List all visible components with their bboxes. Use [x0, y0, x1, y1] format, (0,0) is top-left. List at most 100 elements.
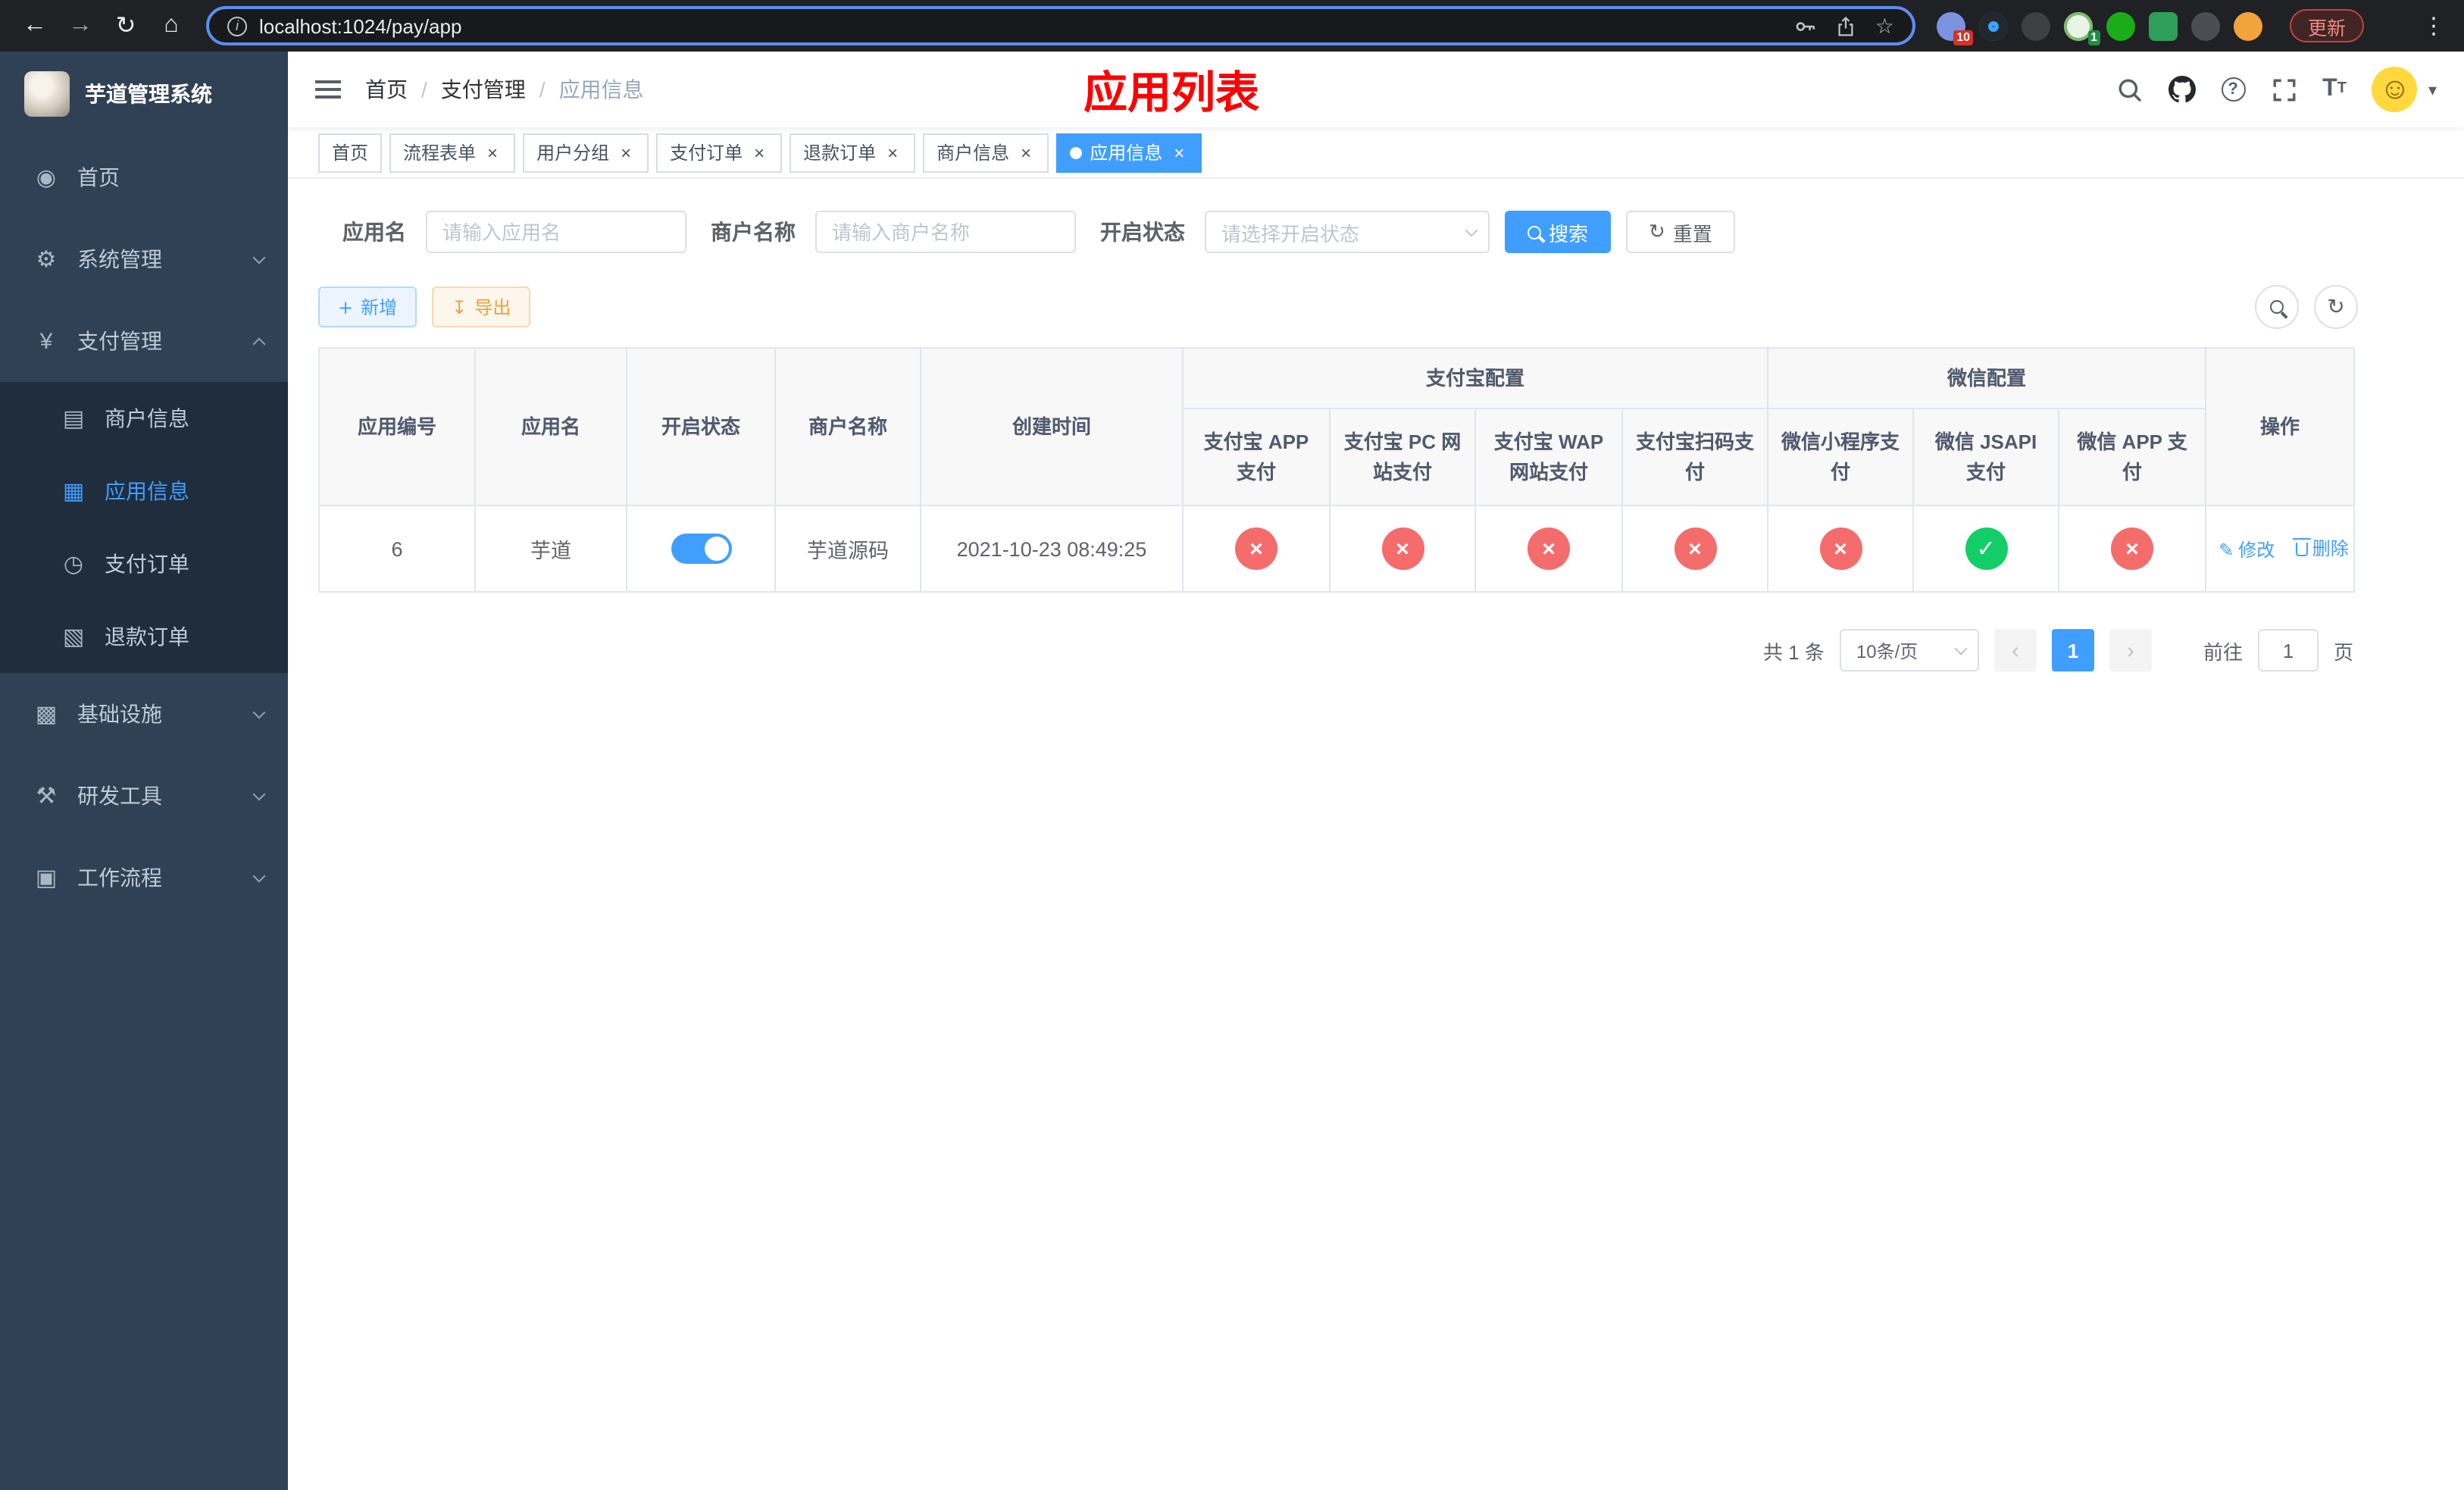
pagination: 共 1 条 10条/页 ‹ 1 › 前往 页 [318, 629, 2353, 671]
tab-process-form[interactable]: 流程表单 × [389, 133, 516, 172]
merchant-name-input[interactable] [815, 211, 1076, 253]
sidebar-item-label: 应用信息 [105, 479, 189, 503]
sidebar-item-infra[interactable]: ▩ 基础设施 [0, 673, 288, 755]
prev-page-button[interactable]: ‹ [1993, 629, 2037, 671]
close-icon[interactable]: × [1170, 142, 1188, 163]
extension-icon-notes[interactable] [2149, 11, 2178, 40]
extension-icon-grid[interactable]: 10 [1937, 11, 1973, 45]
search-button[interactable]: 搜索 [1505, 211, 1612, 253]
app-name-input[interactable] [426, 211, 686, 253]
sidebar-item-label: 退款订单 [105, 624, 189, 649]
column-header-app-id: 应用编号 [318, 347, 476, 506]
sidebar-item-system[interactable]: ⚙ 系统管理 [0, 218, 288, 300]
search-icon[interactable] [2116, 77, 2142, 102]
column-header-alipay-pc: 支付宝 PC 网站支付 [1329, 408, 1476, 506]
page-size-select[interactable]: 10条/页 [1839, 629, 1979, 671]
close-icon[interactable]: × [750, 142, 768, 163]
refresh-table-button[interactable]: ↻ [2314, 285, 2358, 329]
cell-merchant: 芋道源码 [774, 505, 921, 593]
merchant-name-label: 商户名称 [711, 220, 796, 244]
browser-menu-icon[interactable]: ⋮ [2419, 12, 2449, 39]
sidebar-item-home[interactable]: ◉ 首页 [0, 136, 288, 218]
sidebar-item-label: 研发工具 [77, 784, 162, 808]
sidebar-item-label: 支付订单 [105, 552, 189, 576]
user-menu[interactable]: ☺ ▾ [2372, 67, 2437, 112]
search-icon [1527, 225, 1541, 239]
alipay-app-status-icon: × [1235, 527, 1277, 570]
back-icon[interactable]: ← [15, 6, 55, 45]
column-header-merchant: 商户名称 [774, 347, 921, 506]
column-header-wechat-app: 微信 APP 支付 [2058, 408, 2207, 506]
fullscreen-icon[interactable] [2271, 77, 2297, 102]
trash-icon [2292, 537, 2311, 556]
tab-user-group[interactable]: 用户分组 × [523, 133, 649, 172]
alipay-wap-status-icon: × [1527, 527, 1570, 570]
extension-icon-leaf[interactable]: 1 [2064, 11, 2100, 45]
breadcrumb-home[interactable]: 首页 [365, 74, 408, 105]
goto-label: 前往 [2203, 640, 2243, 663]
sidebar-item-label: 首页 [77, 165, 120, 189]
extension-icon-drop[interactable] [1979, 11, 2008, 40]
next-page-button[interactable]: › [2109, 629, 2152, 671]
close-icon[interactable]: × [1017, 142, 1035, 163]
tab-home[interactable]: 首页 [318, 133, 383, 172]
bookmark-star-icon[interactable]: ☆ [1875, 13, 1894, 39]
toggle-search-button[interactable] [2255, 285, 2299, 329]
sidebar-item-workflow[interactable]: ▣ 工作流程 [0, 837, 288, 919]
sidebar-item-app-info[interactable]: ▦ 应用信息 [0, 455, 288, 527]
browser-window: ← → ↻ ⌂ i localhost:1024/pay/app ☆ 10 1 … [0, 0, 2464, 1490]
group-header-wechat: 微信配置 [1767, 347, 2207, 409]
sidebar-item-label: 商户信息 [105, 406, 189, 430]
font-size-icon[interactable]: TT [2322, 77, 2347, 102]
column-header-wechat-jsapi: 微信 JSAPI 支付 [1912, 408, 2060, 506]
reload-icon[interactable]: ↻ [106, 6, 145, 45]
export-button[interactable]: ↧ 导出 [432, 286, 531, 327]
apps-table: 应用编号 应用名 开启状态 商户名称 创建时间 支付宝配置 微信配置 操作 支付… [318, 347, 2356, 593]
extension-icon-pin[interactable] [2191, 11, 2220, 40]
profile-avatar-icon[interactable] [2234, 11, 2262, 40]
help-icon[interactable]: ? [2221, 77, 2246, 102]
sidebar-logo[interactable]: 芋道管理系统 [0, 52, 288, 136]
status-select[interactable]: 请选择开启状态 [1205, 211, 1490, 253]
edit-button[interactable]: ✎ 修改 [2219, 537, 2275, 563]
delete-button[interactable]: 删除 [2292, 535, 2349, 561]
wechat-mini-status-icon: × [1819, 527, 1862, 570]
extension-icon-wechat[interactable] [2106, 11, 2135, 40]
add-button[interactable]: + 新增 [318, 286, 417, 327]
goto-page-input[interactable] [2257, 629, 2319, 671]
sidebar-item-merchant-info[interactable]: ▤ 商户信息 [0, 382, 288, 455]
reset-button[interactable]: ↻ 重置 [1626, 211, 1735, 253]
address-bar[interactable]: i localhost:1024/pay/app ☆ [206, 6, 1915, 45]
breadcrumb: 首页 / 支付管理 / 应用信息 [365, 74, 644, 105]
tab-pay-order[interactable]: 支付订单 × [656, 133, 783, 172]
close-icon[interactable]: × [483, 142, 502, 163]
sidebar-item-payment[interactable]: ¥ 支付管理 [0, 300, 288, 382]
page-number-current[interactable]: 1 [2051, 629, 2094, 671]
sidebar-item-devtools[interactable]: ⚒ 研发工具 [0, 755, 288, 837]
site-info-icon[interactable]: i [227, 16, 247, 36]
chrome-update-button[interactable]: 更新 [2290, 9, 2365, 42]
github-icon[interactable] [2168, 76, 2196, 103]
hamburger-icon[interactable] [288, 52, 365, 127]
extension-icon-dark[interactable] [2022, 11, 2050, 40]
user-avatar: ☺ [2372, 67, 2418, 112]
tab-app-info[interactable]: 应用信息 × [1056, 133, 1202, 172]
column-header-status: 开启状态 [626, 347, 776, 506]
server-icon: ▩ [35, 702, 58, 728]
status-toggle[interactable] [671, 534, 731, 564]
gear-icon: ⚙ [36, 247, 57, 273]
sidebar-item-pay-order[interactable]: ◷ 支付订单 [0, 527, 288, 600]
app-name-label: 应用名 [342, 220, 406, 244]
share-icon[interactable] [1836, 14, 1857, 37]
tab-merchant-info[interactable]: 商户信息 × [923, 133, 1049, 172]
tab-refund-order[interactable]: 退款订单 × [790, 133, 916, 172]
card-icon: ▤ [62, 406, 85, 432]
close-icon[interactable]: × [617, 142, 635, 163]
password-key-icon[interactable] [1795, 14, 1818, 37]
forward-icon[interactable]: → [61, 6, 100, 45]
sidebar-item-refund-order[interactable]: ▧ 退款订单 [0, 600, 288, 673]
close-icon[interactable]: × [883, 142, 902, 163]
breadcrumb-payment[interactable]: 支付管理 [441, 74, 526, 105]
home-icon[interactable]: ⌂ [152, 6, 191, 45]
table-row: 6 芋道 芋道源码 2021-10-23 08:49:25 × × × × × [318, 505, 2356, 593]
